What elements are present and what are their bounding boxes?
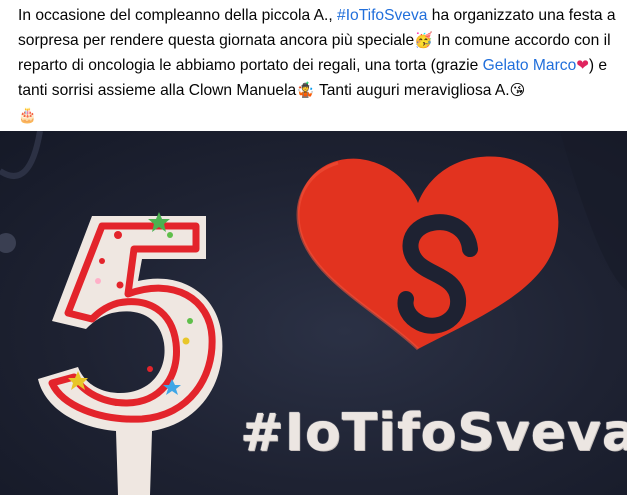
juggler-emoji-icon: 🤹: [296, 81, 315, 99]
hashtag-link[interactable]: #IoTifoSveva: [337, 7, 427, 24]
birthday-cake-emoji-icon: 🎂: [18, 106, 37, 124]
post-text-part-1: In occasione del compleanno della piccol…: [18, 7, 338, 24]
post-text-part-5: Tanti auguri meravigliosa A.: [314, 82, 510, 99]
embroidered-hashtag: #IoTifoSveva: [240, 403, 627, 463]
jacket-button-icon: [0, 233, 16, 253]
gelato-marco-page-link[interactable]: Gelato Marco: [483, 57, 577, 74]
post-text: In occasione del compleanno della piccol…: [18, 4, 618, 128]
party-face-emoji-icon: 🥳: [414, 31, 433, 49]
post-photo[interactable]: #IoTifoSveva: [0, 131, 627, 495]
heart-logo-icon: [296, 156, 559, 351]
kissing-face-emoji-icon: 😘: [509, 81, 526, 99]
candle-number-five-icon: [38, 212, 223, 495]
red-heart-emoji-icon: ❤: [576, 56, 589, 74]
